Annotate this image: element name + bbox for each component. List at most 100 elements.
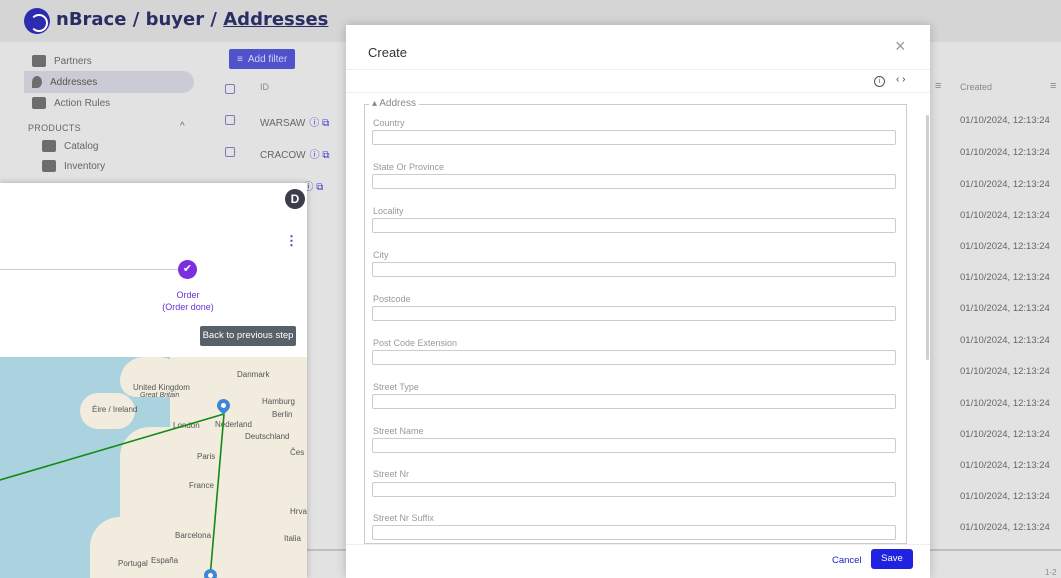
row-checkbox[interactable] xyxy=(225,147,235,157)
table-cell-created: 01/10/2024, 12:13:24 xyxy=(960,147,1050,158)
sidebar-item-inventory[interactable]: Inventory xyxy=(42,155,105,177)
table-cell-created: 01/10/2024, 12:13:24 xyxy=(960,335,1050,346)
locality-label: Locality xyxy=(373,206,404,216)
avatar[interactable]: D xyxy=(285,189,305,209)
collapse-icon: ▴ xyxy=(372,98,378,109)
table-cell-created: 01/10/2024, 12:13:24 xyxy=(960,115,1050,126)
table-cell-created: 01/10/2024, 12:13:24 xyxy=(960,398,1050,409)
back-to-previous-step-button[interactable]: Back to previous step xyxy=(200,326,296,346)
step-subtitle: (Order done) xyxy=(162,302,214,312)
table-cell-created: 01/10/2024, 12:13:24 xyxy=(960,179,1050,190)
code-view-icon[interactable]: ‹ › xyxy=(896,74,905,85)
table-cell-created: 01/10/2024, 12:13:24 xyxy=(960,303,1050,314)
add-filter-label: Add filter xyxy=(247,53,288,65)
table-row-id[interactable]: WARSAW ⓘ ⧉ xyxy=(260,114,329,129)
column-header-id[interactable]: ID xyxy=(260,82,269,92)
more-options-icon[interactable]: ⋮ xyxy=(285,233,298,249)
route-lines xyxy=(0,413,225,578)
street-name-field[interactable] xyxy=(372,438,896,453)
info-icon: ⓘ ⧉ xyxy=(309,118,330,129)
column-header-created[interactable]: Created xyxy=(960,82,992,92)
table-cell-created: 01/10/2024, 12:13:24 xyxy=(960,272,1050,283)
table-row-id[interactable]: CRACOW ⓘ ⧉ xyxy=(260,146,329,161)
cancel-button[interactable]: Cancel xyxy=(832,555,862,566)
table-cell-created: 01/10/2024, 12:13:24 xyxy=(960,210,1050,221)
sidebar-section-products[interactable]: PRODUCTS xyxy=(28,123,81,133)
column-menu-icon[interactable]: ≡ xyxy=(935,80,941,92)
legend-label: Address xyxy=(379,98,416,109)
post-code-extension-field[interactable] xyxy=(372,350,896,365)
chevron-up-icon[interactable]: ^ xyxy=(180,121,185,132)
select-all-checkbox[interactable] xyxy=(225,84,235,94)
sidebar-item-label: Partners xyxy=(54,55,92,67)
table-cell-created: 01/10/2024, 12:13:24 xyxy=(960,429,1050,440)
country-label: Country xyxy=(373,118,405,128)
dialog-title: Create xyxy=(368,45,408,60)
sidebar-item-label: Addresses xyxy=(50,76,98,88)
box-icon xyxy=(42,160,56,172)
breadcrumb-separator: / xyxy=(132,9,140,30)
people-icon xyxy=(32,55,46,67)
check-icon: ✔ xyxy=(178,260,197,279)
step-title: Order xyxy=(176,290,200,300)
sidebar-item-label: Inventory xyxy=(64,160,106,172)
pagination-info: 1-2 xyxy=(1045,568,1057,577)
postcode-field[interactable] xyxy=(372,306,896,321)
stepper-connector xyxy=(0,269,178,270)
sidebar-item-label: Action Rules xyxy=(54,97,111,109)
post-code-extension-label: Post Code Extension xyxy=(373,338,458,348)
route-line xyxy=(209,413,225,578)
street-nr-field[interactable] xyxy=(372,482,896,497)
route-map[interactable]: United Kingdom Great Britain Éire / Irel… xyxy=(0,357,307,578)
street-nr-suffix-field[interactable] xyxy=(372,525,896,540)
process-window: D ⋮ ✔ Order (Order done) Back to previou… xyxy=(0,183,307,578)
table-cell-created: 01/10/2024, 12:13:24 xyxy=(960,366,1050,377)
breadcrumb-separator: / xyxy=(210,9,217,30)
street-nr-suffix-label: Street Nr Suffix xyxy=(373,513,434,523)
book-icon xyxy=(42,140,56,152)
country-field[interactable] xyxy=(372,130,896,145)
breadcrumb-app[interactable]: nBrace xyxy=(56,9,126,30)
info-icon: ⓘ ⧉ xyxy=(309,150,330,161)
step-label: Order (Order done) xyxy=(130,289,246,313)
nbrace-logo-icon[interactable] xyxy=(24,8,50,34)
sidebar-item-action-rules[interactable]: Action Rules xyxy=(32,92,110,114)
table-cell-created: 01/10/2024, 12:13:24 xyxy=(960,522,1050,533)
sidebar-item-catalog[interactable]: Catalog xyxy=(42,135,98,157)
divider xyxy=(346,69,930,70)
filter-icon: ≡ xyxy=(237,53,243,65)
street-name-label: Street Name xyxy=(373,426,424,436)
sidebar-item-label: Catalog xyxy=(64,140,99,152)
table-cell-created: 01/10/2024, 12:13:24 xyxy=(960,460,1050,471)
locality-field[interactable] xyxy=(372,218,896,233)
city-field[interactable] xyxy=(372,262,896,277)
create-dialog: Create × i ‹ › Country State Or Province… xyxy=(346,25,930,578)
breadcrumb-tenant[interactable]: buyer xyxy=(146,9,205,30)
divider xyxy=(346,92,930,93)
location-pin-icon xyxy=(32,76,42,88)
breadcrumb: nBrace / buyer / Addresses xyxy=(56,9,328,30)
route-line xyxy=(0,413,225,481)
list-icon xyxy=(32,97,46,109)
save-button[interactable]: Save xyxy=(871,549,913,569)
street-type-field[interactable] xyxy=(372,394,896,409)
scrollbar[interactable] xyxy=(926,115,929,360)
address-legend[interactable]: ▴ Address xyxy=(369,98,419,109)
sidebar-item-partners[interactable]: Partners xyxy=(32,50,92,72)
row-checkbox[interactable] xyxy=(225,115,235,125)
address-fieldset: Country State Or Province Locality City … xyxy=(364,104,907,544)
sidebar-item-addresses[interactable]: Addresses xyxy=(24,71,194,93)
table-cell-created: 01/10/2024, 12:13:24 xyxy=(960,241,1050,252)
breadcrumb-current[interactable]: Addresses xyxy=(223,9,328,30)
street-nr-label: Street Nr xyxy=(373,469,410,479)
info-icon[interactable]: i xyxy=(874,76,885,87)
close-icon[interactable]: × xyxy=(895,36,906,57)
table-cell-created: 01/10/2024, 12:13:24 xyxy=(960,491,1050,502)
add-filter-button[interactable]: ≡ Add filter xyxy=(229,49,296,69)
state-or-province-field[interactable] xyxy=(372,174,896,189)
column-menu-icon[interactable]: ≡ xyxy=(1050,80,1056,92)
street-type-label: Street Type xyxy=(373,382,419,392)
city-label: City xyxy=(373,250,389,260)
postcode-label: Postcode xyxy=(373,294,411,304)
divider xyxy=(346,544,930,545)
